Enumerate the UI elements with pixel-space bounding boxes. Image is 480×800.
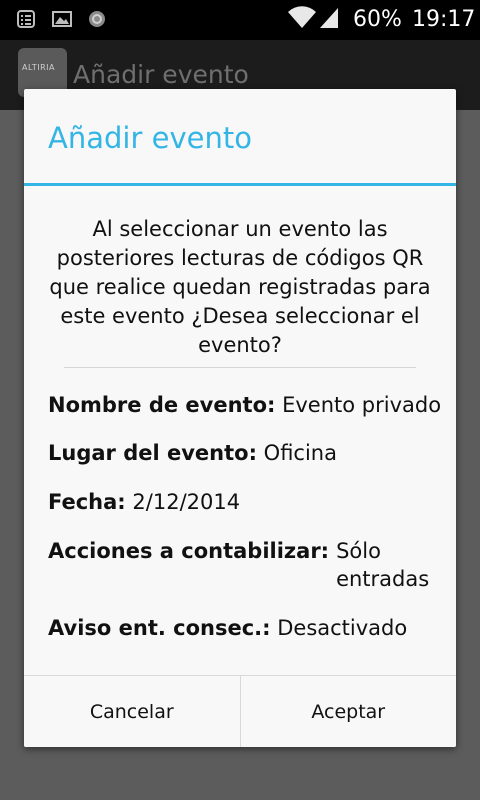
detail-label: Aviso ent. consec.: bbox=[48, 616, 271, 640]
detail-label: Lugar del evento: bbox=[48, 441, 257, 465]
cancel-button[interactable]: Cancelar bbox=[24, 676, 240, 747]
detail-actions: Acciones a contabilizar: Sólo entradas bbox=[48, 537, 438, 593]
title-divider bbox=[24, 183, 456, 186]
detail-value: Evento privado bbox=[282, 393, 442, 417]
detail-value: 2/12/2014 bbox=[132, 490, 241, 514]
notification-list-icon bbox=[17, 10, 35, 28]
accept-button[interactable]: Aceptar bbox=[239, 676, 456, 747]
app-title: Añadir evento bbox=[73, 60, 249, 89]
detail-date: Fecha: 2/12/2014 bbox=[48, 488, 240, 516]
detail-location: Lugar del evento: Oficina bbox=[48, 439, 337, 467]
wifi-icon bbox=[288, 6, 316, 28]
detail-notice: Aviso ent. consec.: Desactivado bbox=[48, 614, 407, 642]
signal-icon bbox=[320, 8, 338, 28]
dialog-message: Al seleccionar un evento las posteriores… bbox=[49, 217, 431, 357]
detail-value: Sólo entradas bbox=[336, 539, 430, 591]
clock: 19:17 bbox=[412, 7, 476, 32]
detail-value: Desactivado bbox=[277, 616, 408, 640]
add-event-dialog: Añadir evento Al seleccionar un evento l… bbox=[24, 89, 456, 747]
sync-icon bbox=[89, 11, 105, 27]
detail-label: Acciones a contabilizar: bbox=[48, 539, 330, 563]
message-separator bbox=[64, 367, 416, 368]
dialog-button-row: Cancelar Aceptar bbox=[24, 675, 456, 747]
detail-event-name: Nombre de evento: Evento privado bbox=[48, 391, 441, 419]
app-logo-text: ALTIRIA bbox=[22, 63, 55, 72]
detail-label: Fecha: bbox=[48, 490, 126, 514]
detail-label: Nombre de evento: bbox=[48, 393, 276, 417]
status-bar: 60% 19:17 bbox=[0, 0, 480, 40]
battery-percentage: 60% bbox=[353, 7, 402, 32]
dialog-title: Añadir evento bbox=[48, 121, 252, 155]
image-icon bbox=[52, 11, 72, 27]
detail-value: Oficina bbox=[263, 441, 337, 465]
